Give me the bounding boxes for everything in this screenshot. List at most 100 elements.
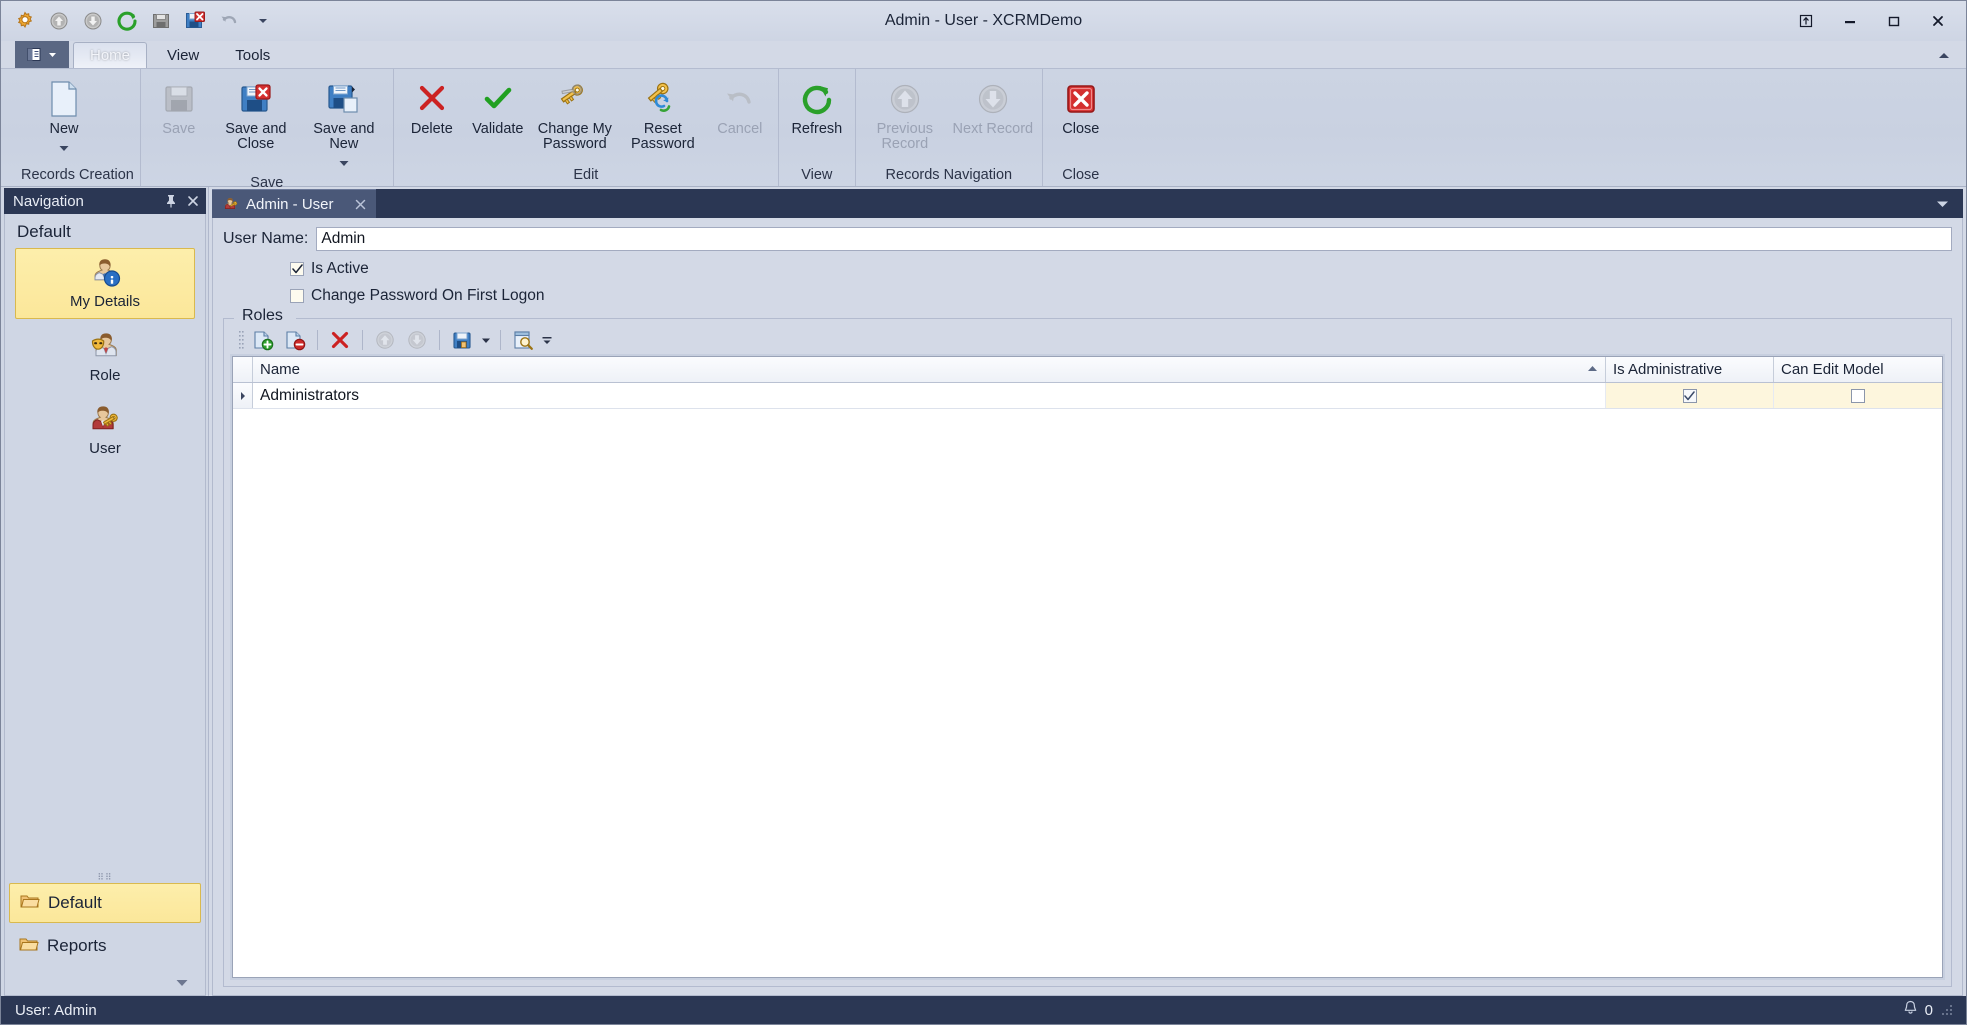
ribbon-group-edit: Delete Validate Change My Password Reset… [394,69,779,186]
previous-record-icon[interactable] [43,6,75,36]
column-header-is-administrative[interactable]: Is Administrative [1606,357,1774,382]
tab-tools[interactable]: Tools [219,42,286,68]
delete-button[interactable]: Delete [400,76,464,150]
application-settings-icon[interactable] [9,6,41,36]
user-name-input[interactable]: Admin [316,227,1952,251]
new-button[interactable]: New [21,76,107,157]
sidebar-item-role[interactable]: Role [15,323,195,392]
next-record-button-label: Next Record [952,121,1034,137]
can-edit-model-checkbox[interactable] [1851,388,1865,403]
new-button-dropdown-icon[interactable] [58,139,70,157]
undo-icon[interactable] [213,6,245,36]
close-record-button[interactable]: Close [1049,76,1113,150]
user-name-row: User Name: Admin [223,227,1952,251]
refresh-button-label: Refresh [791,121,843,137]
navigation-more-button[interactable] [5,969,205,995]
save-and-new-button[interactable]: Save and New [301,76,387,172]
is-administrative-checkbox[interactable] [1682,388,1697,403]
document-tab-admin-user[interactable]: Admin - User [212,189,376,218]
navigation-panel-title: Navigation [13,192,84,210]
close-button[interactable] [1916,5,1960,37]
add-record-icon [252,329,274,351]
sidebar-group-default[interactable]: Default [9,883,201,923]
save-and-close-button[interactable]: Save and Close [213,76,299,152]
change-password-on-first-logon-checkbox[interactable] [290,289,304,303]
cancel-button-label: Cancel [717,121,763,137]
validate-button[interactable]: Validate [466,76,530,150]
sidebar-item-my-details[interactable]: My Details [15,248,195,319]
document-tabs-menu-icon[interactable] [1936,189,1963,218]
collapse-ribbon-icon[interactable] [1936,47,1952,63]
tab-home[interactable]: Home [73,42,148,68]
folder-icon [20,893,40,914]
reset-password-button[interactable]: Reset Password [620,76,706,152]
export-button[interactable] [447,327,477,353]
cancel-icon [723,79,757,119]
find-button[interactable] [508,327,538,353]
refresh-button[interactable]: Refresh [785,76,849,150]
toolbar-grip-icon[interactable] [236,330,246,350]
roles-grid-toolbar [232,324,1943,356]
ribbon-group-close: Close Close [1043,69,1119,186]
user-key-icon [88,402,122,436]
change-password-on-first-logon-row[interactable]: Change Password On First Logon [223,287,1952,305]
title-bar: Admin - User - XCRMDemo [1,1,1966,41]
refresh-icon[interactable] [111,6,143,36]
change-my-password-button[interactable]: Change My Password [532,76,618,152]
delete-icon [330,330,350,350]
next-record-icon[interactable] [77,6,109,36]
navigation-splitter[interactable]: ⠿⠿ [5,871,205,883]
resize-grip-icon[interactable] [1940,1003,1954,1017]
new-document-icon [46,79,82,119]
tab-view[interactable]: View [151,42,215,68]
save-icon[interactable] [145,6,177,36]
navigation-panel-body: Default My Details Role User ⠿⠿ Default … [4,214,206,996]
window-title: Admin - User - XCRMDemo [884,12,1083,29]
is-active-checkbox[interactable] [290,262,304,276]
application-menu-button[interactable] [15,41,69,68]
unlink-role-button[interactable] [280,327,310,353]
sidebar-item-user[interactable]: User [15,396,195,465]
export-dropdown-icon[interactable] [479,327,493,353]
roles-group-legend: Roles [236,307,289,325]
toolbar-overflow-icon[interactable] [540,327,554,353]
move-up-button[interactable] [370,327,400,353]
cell-name[interactable]: Administrators [253,383,1606,408]
close-icon[interactable] [355,199,366,210]
cancel-button[interactable]: Cancel [708,76,772,150]
delete-role-button[interactable] [325,327,355,353]
bell-icon[interactable] [1903,1000,1918,1020]
restore-group-button[interactable] [1784,5,1828,37]
customize-quick-access-icon[interactable] [247,6,279,36]
save-and-close-button-label: Save and Close [225,121,287,152]
close-record-button-label: Close [1062,121,1100,137]
table-row[interactable]: Administrators [233,383,1942,409]
change-password-icon [557,79,593,119]
sidebar-group-reports[interactable]: Reports [9,926,201,966]
minimize-button[interactable] [1828,5,1872,37]
is-active-row[interactable]: Is Active [223,260,1952,278]
save-and-new-dropdown-icon[interactable] [338,154,350,172]
roles-grid[interactable]: Name Is Administrative Can Edit Model Ad… [230,354,1945,980]
column-header-can-edit-model[interactable]: Can Edit Model [1774,357,1942,382]
quick-access-toolbar [1,6,279,36]
maximize-button[interactable] [1872,5,1916,37]
status-bar-user-text: User: Admin [15,1001,97,1019]
move-down-button[interactable] [402,327,432,353]
user-key-icon [223,196,239,212]
next-record-icon [976,79,1010,119]
role-mask-icon [88,329,122,363]
new-role-button[interactable] [248,327,278,353]
cell-can-edit-model[interactable] [1774,383,1942,408]
notification-count: 0 [1924,1001,1933,1019]
folder-icon [19,936,39,957]
next-record-button[interactable]: Next Record [950,76,1036,150]
close-icon[interactable] [184,192,202,210]
save-button[interactable]: Save [147,76,211,150]
pin-icon[interactable] [162,192,180,210]
cell-is-administrative[interactable] [1606,383,1774,408]
save-and-close-icon[interactable] [179,6,211,36]
previous-record-button[interactable]: Previous Record [862,76,948,152]
column-header-name[interactable]: Name [253,357,1606,382]
find-icon [512,329,534,351]
